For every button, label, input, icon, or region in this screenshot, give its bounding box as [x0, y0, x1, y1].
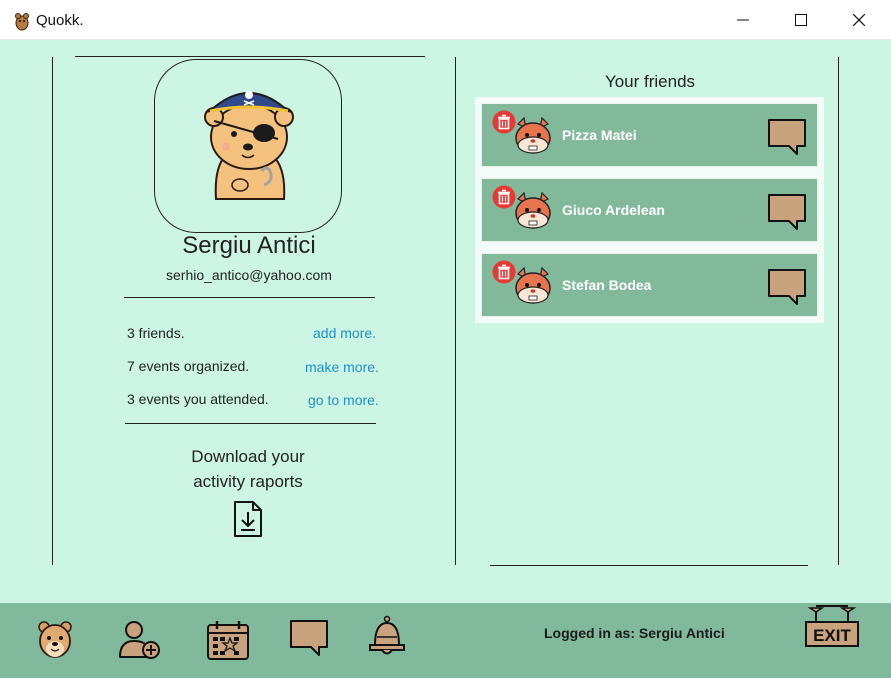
friend-name: Giuco Ardelean	[562, 202, 665, 218]
download-text-line2: activity raports	[193, 472, 303, 491]
friend-name: Pizza Matei	[562, 127, 637, 143]
events-attended-label: 3 events you attended.	[127, 391, 269, 407]
friend-card[interactable]: Stefan Bodea	[481, 253, 818, 317]
left-border-line	[52, 57, 53, 565]
center-divider-line	[455, 57, 456, 565]
profile-email: serhio_antico@yahoo.com	[166, 267, 332, 283]
chat-bubble-icon[interactable]	[767, 118, 807, 156]
friends-count-label: 3 friends.	[127, 325, 185, 341]
add-friend-icon[interactable]	[118, 619, 162, 661]
bottom-nav-bar: Logged in as: Sergiu Antici EXIT	[0, 603, 891, 678]
chat-bubble-icon[interactable]	[767, 268, 807, 306]
close-button[interactable]	[830, 0, 888, 40]
profile-name: Sergiu Antici	[182, 232, 316, 259]
add-more-link[interactable]: add more.	[313, 325, 376, 341]
title-bar: Quokk.	[0, 0, 891, 40]
delete-friend-icon[interactable]	[492, 185, 516, 209]
close-icon	[853, 14, 865, 26]
friends-title: Your friends	[604, 72, 696, 91]
profile-divider-top	[124, 297, 375, 298]
bell-icon[interactable]	[367, 615, 407, 659]
chat-icon[interactable]	[289, 619, 329, 657]
hamster-avatar-icon	[515, 266, 551, 304]
download-file-icon[interactable]	[232, 500, 264, 538]
minimize-icon	[737, 19, 749, 21]
exit-label: EXIT	[813, 626, 851, 645]
download-reports-text: Download your activity raports	[148, 444, 348, 494]
bottom-right-line	[490, 565, 808, 566]
minimize-button[interactable]	[714, 0, 772, 40]
top-border-line	[75, 56, 425, 57]
calendar-icon[interactable]	[206, 619, 250, 661]
events-organized-label: 7 events organized.	[127, 358, 250, 374]
window-title: Quokk.	[36, 12, 84, 29]
exit-sign-icon[interactable]: EXIT	[802, 604, 862, 650]
quokka-app-icon	[15, 13, 29, 31]
right-border-line	[838, 57, 839, 565]
maximize-button[interactable]	[772, 0, 830, 40]
chat-bubble-icon[interactable]	[767, 193, 807, 231]
friend-card[interactable]: Giuco Ardelean	[481, 178, 818, 242]
profile-divider-bottom	[125, 423, 376, 424]
quokka-home-icon[interactable]	[36, 619, 74, 661]
hamster-avatar-icon	[515, 191, 551, 229]
friends-list: Pizza Matei Giuco Ardelean Stefan Bodea	[475, 97, 824, 323]
pirate-quokka-avatar	[204, 91, 294, 200]
download-text-line1: Download your	[191, 447, 305, 466]
logged-in-status: Logged in as: Sergiu Antici	[544, 625, 725, 641]
hamster-avatar-icon	[515, 116, 551, 154]
profile-avatar-frame[interactable]	[154, 59, 342, 233]
go-to-more-link[interactable]: go to more.	[308, 392, 379, 408]
delete-friend-icon[interactable]	[492, 260, 516, 284]
make-more-link[interactable]: make more.	[305, 359, 379, 375]
delete-friend-icon[interactable]	[492, 110, 516, 134]
friend-name: Stefan Bodea	[562, 277, 652, 293]
maximize-icon	[795, 14, 807, 26]
friend-card[interactable]: Pizza Matei	[481, 103, 818, 167]
